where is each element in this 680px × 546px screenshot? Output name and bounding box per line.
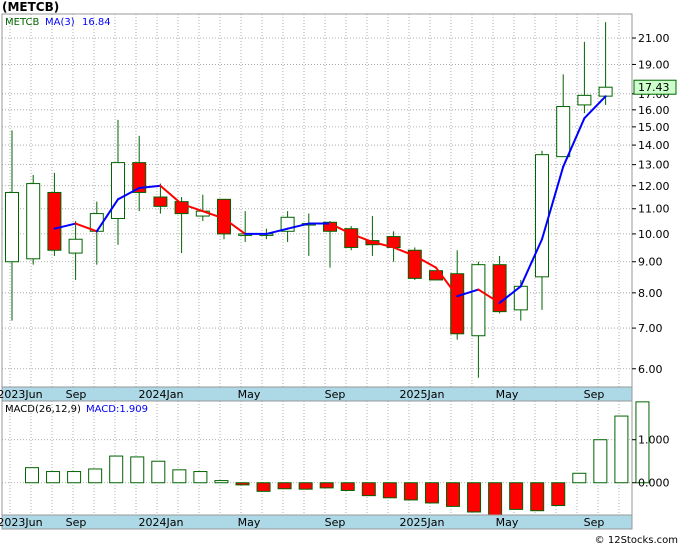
- candle-body: [471, 264, 486, 337]
- price-x-axis-strip: [1, 386, 633, 402]
- candle-body: [26, 183, 41, 260]
- candle-body: [68, 238, 83, 254]
- price-x-label: May: [496, 388, 519, 401]
- macd-bar: [551, 482, 566, 507]
- macd-x-label: May: [238, 516, 261, 529]
- macd-x-label: Sep: [325, 516, 346, 529]
- macd-tick-label: 0.000: [638, 477, 670, 490]
- macd-bar: [88, 468, 103, 484]
- price-x-label: May: [238, 388, 261, 401]
- macd-label: MACD(26,12,9): [5, 404, 81, 415]
- macd-bar: [214, 480, 229, 484]
- macd-value: MACD:1.909: [86, 404, 148, 415]
- candle-body: [556, 106, 571, 158]
- candle-body: [492, 264, 507, 313]
- current-price-value: 17.43: [638, 81, 670, 94]
- macd-bar: [361, 482, 376, 497]
- price-tick-label: 9.00: [638, 256, 663, 269]
- macd-bar: [67, 471, 82, 484]
- chart-title: (METCB): [2, 0, 59, 14]
- footer-credit: © 12Stocks.com: [595, 535, 678, 546]
- price-tick-label: 11.00: [638, 203, 670, 216]
- price-tick-label: 16.00: [638, 104, 670, 117]
- macd-bar: [424, 482, 439, 504]
- current-price-badge: 17.43: [633, 79, 677, 95]
- macd-x-axis-strip: [1, 514, 633, 530]
- macd-bar: [172, 469, 187, 484]
- macd-bar: [488, 482, 503, 516]
- candle-body: [111, 162, 125, 220]
- legend-ma-label: MA(3): [45, 17, 75, 28]
- macd-bar: [614, 415, 629, 484]
- price-x-label: Sep: [584, 388, 605, 401]
- price-tick-label: 14.00: [638, 139, 670, 152]
- macd-bar: [340, 482, 355, 491]
- macd-bar: [446, 482, 460, 507]
- macd-bar: [319, 482, 334, 489]
- macd-bar: [25, 467, 39, 484]
- macd-bar: [193, 471, 208, 484]
- macd-bar: [256, 482, 271, 492]
- price-x-label: 2025Jan: [400, 388, 445, 401]
- macd-bar: [509, 482, 524, 510]
- candle-body: [598, 86, 613, 97]
- macd-bar: [298, 482, 313, 490]
- macd-bar: [530, 482, 545, 512]
- price-tick-label: 21.00: [638, 32, 670, 45]
- macd-bar: [235, 482, 250, 486]
- macd-bar: [403, 482, 418, 501]
- stock-chart: 21.0019.0017.0016.0015.0014.0013.0012.00…: [0, 0, 680, 546]
- macd-x-label: Sep: [66, 516, 87, 529]
- price-x-label: Sep: [325, 388, 346, 401]
- price-tick-label: 6.00: [638, 363, 663, 376]
- macd-x-label: 2025Jan: [400, 516, 445, 529]
- macd-bar: [130, 456, 145, 484]
- candle-body: [5, 191, 19, 263]
- price-tick-label: 7.00: [638, 322, 663, 335]
- macd-bar: [467, 482, 482, 513]
- price-tick-label: 12.00: [638, 180, 670, 193]
- macd-x-label: 2024Jan: [139, 516, 184, 529]
- price-tick-label: 10.00: [638, 228, 670, 241]
- candle-body: [153, 196, 168, 207]
- price-tick-label: 8.00: [638, 287, 663, 300]
- macd-tick-label: 1.000: [638, 434, 670, 447]
- macd-bar: [46, 471, 61, 484]
- macd-bar: [109, 455, 124, 484]
- price-tick-label: 15.00: [638, 121, 670, 134]
- price-x-label: 2023Jun: [0, 388, 43, 401]
- price-tick-label: 13.00: [638, 159, 670, 172]
- macd-bar: [572, 472, 587, 484]
- price-x-label: Sep: [66, 388, 87, 401]
- macd-bar: [593, 439, 608, 484]
- macd-bar: [382, 482, 397, 499]
- price-x-label: 2024Jan: [139, 388, 184, 401]
- macd-x-label: 2023Jun: [0, 516, 43, 529]
- macd-x-label: May: [496, 516, 519, 529]
- macd-bar: [277, 482, 292, 490]
- legend-ma-value: 16.84: [82, 17, 111, 28]
- candle-body: [577, 94, 592, 106]
- macd-x-label: Sep: [584, 516, 605, 529]
- candle-body: [47, 191, 62, 251]
- price-tick-label: 19.00: [638, 58, 670, 71]
- candle-body: [535, 154, 549, 278]
- candle-body: [450, 273, 465, 335]
- legend-ticker: METCB: [5, 17, 39, 28]
- macd-bar: [151, 460, 166, 484]
